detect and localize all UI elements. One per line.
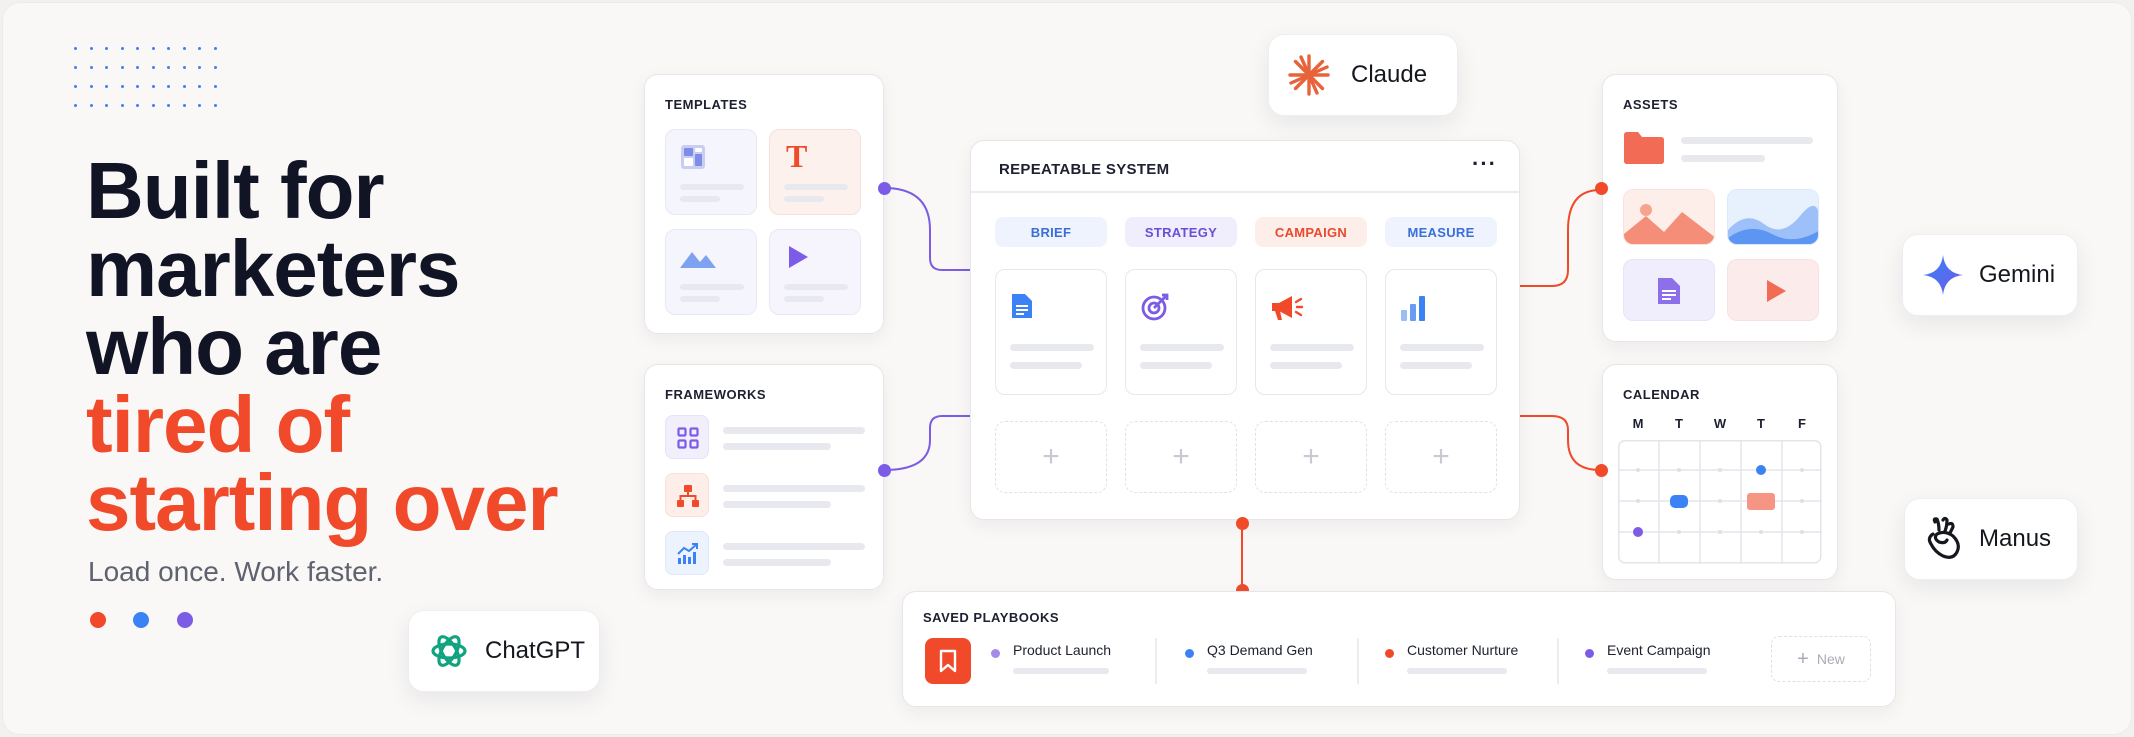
calendar-title: CALENDAR: [1623, 387, 1700, 402]
bar-chart-icon: [1401, 296, 1425, 321]
templates-connector-dot: [878, 182, 891, 195]
gemini-logo-icon: [1923, 255, 1963, 295]
play-icon: [789, 246, 808, 268]
chart-trend-icon: [665, 531, 709, 575]
calendar-connector-dot: [1595, 464, 1608, 477]
assets-card: ASSETS: [1602, 74, 1838, 342]
target-icon: [1141, 293, 1169, 321]
stage-strategy[interactable]: STRATEGY: [1125, 217, 1237, 247]
document-icon: [1658, 278, 1680, 304]
claude-badge: Claude: [1268, 34, 1458, 116]
templates-title: TEMPLATES: [665, 97, 748, 112]
asset-image-red[interactable]: [1623, 189, 1715, 245]
org-chart-icon: [665, 473, 709, 517]
text-icon: T: [786, 138, 808, 174]
playbook-event-campaign[interactable]: Event Campaign: [1585, 636, 1745, 686]
calendar-grid: [1618, 440, 1822, 564]
calendar-day-wed: W: [1713, 416, 1727, 431]
campaign-card[interactable]: [1255, 269, 1367, 395]
manus-label: Manus: [1979, 525, 2052, 552]
banner: Built for marketers who are tired of sta…: [0, 0, 2134, 737]
play-icon: [1767, 280, 1786, 302]
manus-badge: Manus: [1904, 498, 2078, 580]
calendar-day-mon: M: [1632, 416, 1644, 431]
manus-logo-icon: [1927, 516, 1960, 559]
assets-connector-dot: [1595, 182, 1608, 195]
measure-card[interactable]: [1385, 269, 1497, 395]
claude-logo-icon: [1288, 54, 1330, 96]
templates-card: TEMPLATES T: [644, 74, 884, 334]
folder-icon: [1624, 132, 1664, 164]
playbook-customer-nurture[interactable]: Customer Nurture: [1385, 636, 1545, 686]
system-connector-dot-top: [1236, 517, 1249, 530]
add-measure-slot[interactable]: +: [1385, 421, 1497, 493]
saved-playbooks-card: SAVED PLAYBOOKS Product Launch Q3 Demand…: [902, 591, 1896, 707]
template-tile-image[interactable]: [665, 229, 757, 315]
asset-image-blue[interactable]: [1727, 189, 1819, 245]
new-playbook-button[interactable]: + New: [1771, 636, 1871, 682]
gemini-badge: Gemini: [1902, 234, 2078, 316]
frameworks-connector-dot: [878, 464, 891, 477]
framework-row-grid[interactable]: [665, 415, 865, 459]
wave-image-icon: [1728, 206, 1818, 244]
brief-card[interactable]: [995, 269, 1107, 395]
stage-measure[interactable]: MEASURE: [1385, 217, 1497, 247]
strategy-card[interactable]: [1125, 269, 1237, 395]
asset-video[interactable]: [1727, 259, 1819, 321]
template-tile-layout[interactable]: [665, 129, 757, 215]
frameworks-card: FRAMEWORKS: [644, 364, 884, 590]
playbook-label: Event Campaign: [1607, 642, 1711, 658]
megaphone-icon: [1272, 296, 1304, 320]
layout-icon: [681, 145, 705, 169]
gemini-label: Gemini: [1979, 261, 2056, 288]
framework-row-chart[interactable]: [665, 531, 865, 575]
bookmark-icon: [939, 649, 957, 673]
calendar-day-thu: T: [1757, 416, 1765, 431]
claude-label: Claude: [1351, 61, 1428, 88]
bookmark-button[interactable]: [925, 638, 971, 684]
calendar-day-tue: T: [1675, 416, 1683, 431]
stage-brief[interactable]: BRIEF: [995, 217, 1107, 247]
system-menu-button[interactable]: ···: [1472, 151, 1497, 177]
grid-icon: [665, 415, 709, 459]
playbook-q3-demand-gen[interactable]: Q3 Demand Gen: [1185, 636, 1335, 686]
template-tile-video[interactable]: [769, 229, 861, 315]
playbook-label: Product Launch: [1013, 642, 1112, 658]
playbooks-title: SAVED PLAYBOOKS: [923, 610, 1060, 625]
plus-icon: +: [1797, 647, 1809, 670]
template-tile-text[interactable]: T: [769, 129, 861, 215]
asset-document[interactable]: [1623, 259, 1715, 321]
playbook-label: Q3 Demand Gen: [1207, 642, 1313, 658]
add-strategy-slot[interactable]: +: [1125, 421, 1237, 493]
add-brief-slot[interactable]: +: [995, 421, 1107, 493]
calendar-day-fri: F: [1798, 416, 1806, 431]
add-campaign-slot[interactable]: +: [1255, 421, 1367, 493]
assets-title: ASSETS: [1623, 97, 1679, 112]
mountains-icon: [1624, 204, 1714, 244]
document-icon: [1012, 294, 1032, 318]
stage-campaign[interactable]: CAMPAIGN: [1255, 217, 1367, 247]
new-playbook-label: New: [1816, 651, 1845, 667]
playbook-product-launch[interactable]: Product Launch: [991, 636, 1141, 686]
mountains-icon: [680, 252, 716, 268]
framework-row-org[interactable]: [665, 473, 865, 517]
repeatable-system-card: REPEATABLE SYSTEM ··· BRIEF STRATEGY CAM…: [970, 140, 1520, 520]
playbook-label: Customer Nurture: [1407, 642, 1519, 658]
system-title: REPEATABLE SYSTEM: [999, 161, 1170, 178]
frameworks-title: FRAMEWORKS: [665, 387, 767, 402]
